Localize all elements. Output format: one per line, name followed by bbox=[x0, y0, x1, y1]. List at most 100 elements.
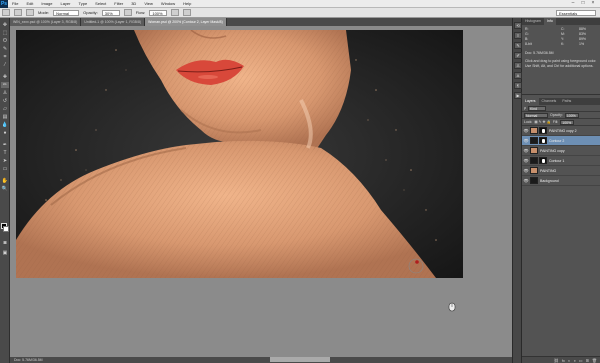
delete-layer-icon[interactable]: 🗑 bbox=[592, 358, 597, 363]
visibility-eye-icon[interactable]: 👁 bbox=[523, 168, 529, 173]
menu-edit[interactable]: Edit bbox=[22, 1, 37, 6]
dodge-tool-icon[interactable]: ● bbox=[1, 130, 9, 136]
menu-select[interactable]: Select bbox=[91, 1, 110, 6]
layer-row[interactable]: 👁 Contour 1 bbox=[522, 156, 600, 166]
background-color-swatch[interactable] bbox=[3, 226, 9, 232]
move-tool-icon[interactable]: ✥ bbox=[1, 22, 9, 28]
layer-opacity-label: Opacity: bbox=[550, 113, 563, 117]
menu-3d[interactable]: 3D bbox=[127, 1, 140, 6]
horizontal-scrollbar[interactable] bbox=[270, 357, 330, 362]
crop-tool-icon[interactable]: ⌗ bbox=[1, 54, 9, 60]
paragraph-panel-icon[interactable]: ¶ bbox=[514, 82, 522, 89]
hand-tool-icon[interactable]: ✋ bbox=[1, 178, 9, 184]
layer-row[interactable]: 👁 Background bbox=[522, 176, 600, 186]
tab-document-1[interactable]: WIN_xxxx.psd @ 100% (Layer 3, RGB/8) bbox=[10, 18, 82, 26]
eyedropper-tool-icon[interactable]: ⁄ bbox=[1, 62, 9, 68]
canvas-workspace[interactable] bbox=[10, 26, 512, 357]
type-tool-icon[interactable]: T bbox=[1, 150, 9, 156]
tab-histogram[interactable]: Histogram bbox=[522, 18, 544, 25]
airbrush-icon[interactable] bbox=[171, 9, 180, 16]
pen-tool-icon[interactable]: ✒ bbox=[1, 142, 9, 148]
close-icon[interactable]: × bbox=[590, 1, 596, 6]
menu-type[interactable]: Type bbox=[75, 1, 92, 6]
tab-layers[interactable]: Layers bbox=[522, 98, 539, 105]
layer-row-selected[interactable]: 👁 Contour 2 bbox=[522, 136, 600, 146]
quick-select-tool-icon[interactable]: ✎ bbox=[1, 46, 9, 52]
workspace-select[interactable]: Essentials bbox=[556, 10, 596, 16]
document-canvas[interactable] bbox=[16, 30, 463, 278]
tab-paths[interactable]: Paths bbox=[559, 98, 574, 105]
brush-panel-icon[interactable]: ✎ bbox=[514, 42, 522, 49]
menu-window[interactable]: Window bbox=[157, 1, 179, 6]
blend-mode-select[interactable]: Normal bbox=[524, 112, 548, 118]
tab-document-active[interactable]: Woman.psd @ 200% (Contour 2, Layer Mask/… bbox=[145, 18, 227, 26]
history-panel-icon[interactable]: ⟲ bbox=[514, 22, 522, 29]
visibility-eye-icon[interactable]: 👁 bbox=[523, 158, 529, 163]
character-panel-icon[interactable]: A bbox=[514, 72, 522, 79]
blur-tool-icon[interactable]: 💧 bbox=[1, 122, 9, 128]
link-layers-icon[interactable]: ⛓ bbox=[554, 358, 559, 363]
zoom-tool-icon[interactable]: 🔍 bbox=[1, 186, 9, 192]
opacity-field[interactable]: 30% bbox=[101, 9, 120, 16]
mode-select[interactable]: Normal bbox=[53, 9, 80, 16]
layer-opacity-field[interactable]: 100% bbox=[564, 112, 579, 118]
kind-filter-select[interactable]: Kind bbox=[528, 105, 546, 111]
layer-mask-thumbnail[interactable] bbox=[539, 157, 547, 164]
layer-mask-thumbnail[interactable] bbox=[539, 127, 547, 134]
layer-name: PAINTING copy 2 bbox=[549, 128, 577, 133]
minimize-icon[interactable]: – bbox=[570, 1, 576, 6]
add-mask-icon[interactable]: ◐ bbox=[568, 358, 570, 363]
menu-filter[interactable]: Filter bbox=[110, 1, 127, 6]
adjustment-layer-icon[interactable]: ◑ bbox=[573, 358, 575, 363]
brush-tool-icon[interactable]: ✏ bbox=[1, 82, 9, 88]
visibility-eye-icon[interactable]: 👁 bbox=[523, 148, 529, 153]
menu-file[interactable]: File bbox=[8, 1, 22, 6]
layer-name: Contour 2 bbox=[549, 138, 565, 143]
menu-image[interactable]: Image bbox=[37, 1, 56, 6]
menu-help[interactable]: Help bbox=[179, 1, 195, 6]
lasso-tool-icon[interactable]: ʘ bbox=[1, 38, 9, 44]
brush-preset-icon[interactable] bbox=[2, 9, 10, 16]
eraser-tool-icon[interactable]: ▱ bbox=[1, 106, 9, 112]
tab-document-2[interactable]: Untitled-1 @ 100% (Layer 1, RGB/8) bbox=[81, 18, 146, 26]
tab-info[interactable]: Info bbox=[543, 18, 556, 25]
layer-thumbnail bbox=[530, 137, 538, 144]
visibility-eye-icon[interactable]: 👁 bbox=[523, 128, 529, 133]
history-brush-tool-icon[interactable]: ↺ bbox=[1, 98, 9, 104]
tab-channels[interactable]: Channels bbox=[539, 98, 560, 105]
layer-style-icon[interactable]: fx bbox=[562, 358, 565, 363]
layer-name: Contour 1 bbox=[549, 158, 565, 163]
brush-panel-toggle-icon[interactable] bbox=[14, 9, 22, 16]
menu-layer[interactable]: Layer bbox=[56, 1, 74, 6]
menu-view[interactable]: View bbox=[140, 1, 157, 6]
visibility-eye-icon[interactable]: 👁 bbox=[523, 178, 529, 183]
brush-presets-panel-icon[interactable]: ✐ bbox=[514, 52, 522, 59]
pressure-opacity-icon[interactable] bbox=[123, 9, 132, 16]
clone-stamp-tool-icon[interactable]: ♙ bbox=[1, 90, 9, 96]
clone-source-panel-icon[interactable]: ♙ bbox=[514, 62, 522, 69]
fill-field[interactable]: 100% bbox=[560, 119, 575, 125]
properties-panel-icon[interactable]: ≡ bbox=[514, 32, 522, 39]
visibility-eye-icon[interactable]: 👁 bbox=[523, 138, 529, 143]
right-panels: Histogram Info R: C: 88% G: M: 83% B: Y:… bbox=[522, 18, 600, 363]
gradient-tool-icon[interactable]: ▤ bbox=[1, 114, 9, 120]
new-group-icon[interactable]: ▭ bbox=[579, 358, 583, 363]
layer-row[interactable]: 👁 PAINTING bbox=[522, 166, 600, 176]
clone-source-icon[interactable] bbox=[26, 9, 34, 16]
screen-mode-icon[interactable]: ▣ bbox=[1, 250, 9, 256]
shape-tool-icon[interactable]: ▭ bbox=[1, 166, 9, 172]
flow-field[interactable]: 100% bbox=[149, 9, 168, 16]
quick-mask-icon[interactable]: ◙ bbox=[1, 240, 9, 246]
doc-size-text: Doc: 5.76M/36.5M bbox=[14, 358, 43, 362]
maximize-icon[interactable]: □ bbox=[580, 1, 586, 6]
layer-row[interactable]: 👁 PAINTING copy 2 bbox=[522, 126, 600, 136]
layer-row[interactable]: 👁 PAINTING copy bbox=[522, 146, 600, 156]
marquee-tool-icon[interactable]: ⬚ bbox=[1, 30, 9, 36]
layer-mask-thumbnail[interactable] bbox=[539, 137, 547, 144]
path-select-tool-icon[interactable]: ➤ bbox=[1, 158, 9, 164]
actions-panel-icon[interactable]: ▶ bbox=[514, 92, 522, 99]
pressure-size-icon[interactable] bbox=[183, 9, 192, 16]
healing-brush-tool-icon[interactable]: ✚ bbox=[1, 74, 9, 80]
lock-icons[interactable]: ▦ ✎ ✥ 🔒 bbox=[534, 120, 550, 124]
new-layer-icon[interactable]: ⊞ bbox=[586, 358, 589, 363]
